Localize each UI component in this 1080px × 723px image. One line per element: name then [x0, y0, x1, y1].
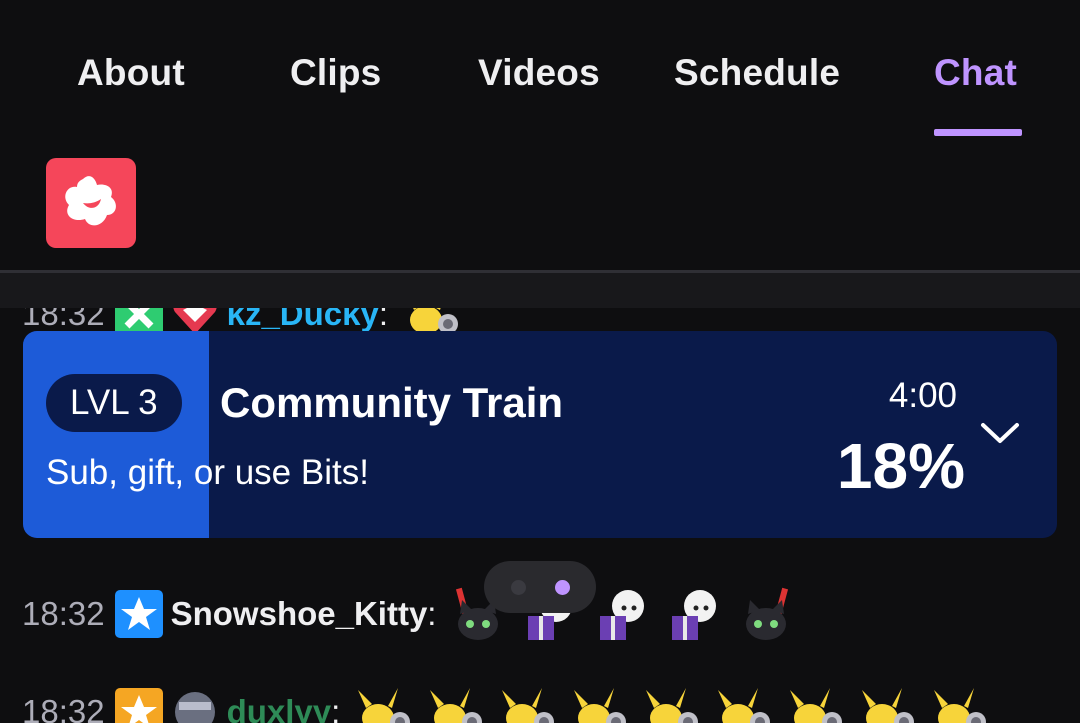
train-timer: 4:00	[888, 376, 957, 415]
colon: :	[378, 308, 389, 332]
pikachu-emote-icon[interactable]	[714, 682, 774, 723]
gift-emote-icon[interactable]	[666, 584, 726, 644]
pikachu-emote-icon[interactable]	[642, 682, 702, 723]
gift-emote-icon[interactable]	[594, 584, 654, 644]
cat-emote-icon[interactable]	[738, 584, 798, 644]
tab-clips[interactable]: Clips	[290, 50, 381, 96]
pikachu-emote-icon[interactable]	[498, 682, 558, 723]
pikachu-emote-icon[interactable]	[858, 682, 918, 723]
channel-tabs: About Clips Videos Schedule Chat	[0, 0, 1080, 140]
extension-logo[interactable]	[46, 158, 136, 248]
colon: :	[427, 595, 437, 632]
message-timestamp: 18:32	[22, 595, 105, 632]
train-percent: 18%	[836, 430, 965, 502]
train-level-pill: LVL 3	[46, 374, 182, 432]
chevron-down-icon[interactable]	[977, 419, 1023, 449]
pikachu-emote-icon[interactable]	[426, 682, 486, 723]
pager-dot[interactable]	[511, 580, 526, 595]
avatar-badge-icon	[171, 688, 219, 723]
chat-message: 18:32 Snowshoe_Kitty:	[22, 586, 810, 642]
chat-message: 18:32 duxlyy:	[22, 684, 1002, 723]
colon: :	[331, 693, 341, 723]
pikachu-emote-icon[interactable]	[570, 682, 630, 723]
tab-schedule[interactable]: Schedule	[674, 50, 840, 96]
community-train-banner[interactable]: LVL 3 Community Train Sub, gift, or use …	[23, 331, 1057, 538]
pikachu-emote-icon[interactable]	[930, 682, 990, 723]
chat-username[interactable]: kz_Ducky	[227, 308, 379, 333]
train-subtitle: Sub, gift, or use Bits!	[46, 453, 369, 492]
pikachu-emote-icon[interactable]	[354, 682, 414, 723]
tab-chat[interactable]: Chat	[934, 50, 1017, 96]
pager-dots	[484, 561, 596, 613]
active-tab-indicator	[934, 129, 1022, 136]
message-timestamp: 18:32	[22, 308, 105, 332]
star-badge-icon	[114, 590, 163, 638]
message-timestamp: 18:32	[22, 693, 105, 723]
chat-username[interactable]: duxlyy	[227, 693, 332, 723]
star-badge-icon	[114, 688, 163, 723]
pager-dot-active[interactable]	[555, 580, 570, 595]
chat-header-bar	[0, 273, 1080, 308]
chat-username[interactable]: Snowshoe_Kitty	[171, 595, 428, 633]
train-progress-fill	[23, 331, 209, 538]
tab-about[interactable]: About	[77, 50, 185, 96]
pikachu-emote-icon[interactable]	[786, 682, 846, 723]
train-title: Community Train	[220, 379, 564, 426]
star-blob-icon	[65, 176, 116, 226]
tab-videos[interactable]: Videos	[478, 50, 600, 96]
